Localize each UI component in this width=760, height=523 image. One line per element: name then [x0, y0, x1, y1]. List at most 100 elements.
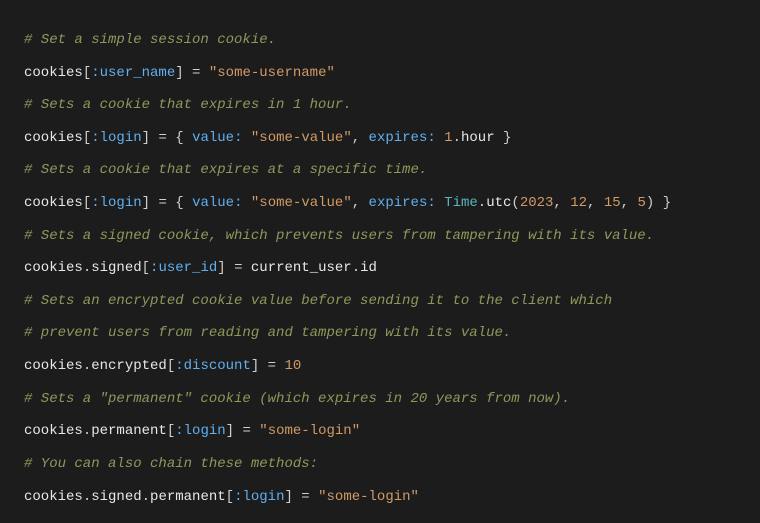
identifier: cookies: [24, 423, 83, 439]
hash-key: value:: [192, 130, 242, 146]
code-line: # Sets an encrypted cookie value before …: [24, 285, 736, 318]
number: 5: [637, 195, 645, 211]
method: id: [360, 260, 377, 276]
code-line: cookies[:login] = { value: "some-value",…: [24, 187, 736, 220]
op: =: [184, 65, 209, 81]
punct: [: [167, 358, 175, 374]
punct: [: [167, 423, 175, 439]
comma: ,: [621, 195, 638, 211]
identifier: current_user: [251, 260, 352, 276]
number: 10: [285, 358, 302, 374]
punct: ]: [142, 195, 150, 211]
string: "some-value": [251, 195, 352, 211]
method: signed: [91, 489, 141, 505]
method: encrypted: [91, 358, 167, 374]
method: signed: [91, 260, 141, 276]
code-line: # Sets a cookie that expires at a specif…: [24, 154, 736, 187]
number: 12: [570, 195, 587, 211]
code-line: cookies.permanent[:login] = "some-login": [24, 415, 736, 448]
comma: ,: [352, 130, 369, 146]
hash-key: expires:: [369, 195, 436, 211]
op: =: [150, 130, 175, 146]
method: permanent: [91, 423, 167, 439]
code-line: cookies.signed[:user_id] = current_user.…: [24, 252, 736, 285]
identifier: cookies: [24, 195, 83, 211]
sp: [436, 130, 444, 146]
string: "some-username": [209, 65, 335, 81]
dot: .: [478, 195, 486, 211]
code-line: cookies[:login] = { value: "some-value",…: [24, 122, 736, 155]
brace: {: [175, 130, 192, 146]
symbol: :login: [91, 130, 141, 146]
dot: .: [83, 260, 91, 276]
code-line: cookies[:user_name] = "some-username": [24, 57, 736, 90]
string: "some-login": [318, 489, 419, 505]
string: "some-value": [251, 130, 352, 146]
symbol: :login: [175, 423, 225, 439]
comment: # You can also chain these methods:: [24, 456, 318, 472]
brace: {: [175, 195, 192, 211]
brace: }: [654, 195, 671, 211]
comment: # Sets a cookie that expires in 1 hour.: [24, 97, 352, 113]
sp: [436, 195, 444, 211]
comment: # Sets a signed cookie, which prevents u…: [24, 228, 654, 244]
punct: [: [83, 65, 91, 81]
code-line: cookies.signed.permanent[:login] = "some…: [24, 481, 736, 514]
punct: [: [83, 130, 91, 146]
comma: ,: [352, 195, 369, 211]
identifier: cookies: [24, 260, 83, 276]
hash-key: value:: [192, 195, 242, 211]
number: 2023: [520, 195, 554, 211]
dot: .: [83, 358, 91, 374]
dot: .: [352, 260, 360, 276]
identifier: cookies: [24, 65, 83, 81]
string: "some-login": [259, 423, 360, 439]
symbol: :user_name: [91, 65, 175, 81]
number: 1: [444, 130, 452, 146]
comment: # prevent users from reading and tamperi…: [24, 325, 511, 341]
dot: .: [142, 489, 150, 505]
op: =: [293, 489, 318, 505]
comment: # Sets an encrypted cookie value before …: [24, 293, 612, 309]
punct: [: [142, 260, 150, 276]
hash-key: expires:: [369, 130, 436, 146]
comment: # Sets a cookie that expires at a specif…: [24, 162, 427, 178]
op: =: [150, 195, 175, 211]
comma: ,: [587, 195, 604, 211]
dot: .: [453, 130, 461, 146]
method: utc: [486, 195, 511, 211]
dot: .: [83, 489, 91, 505]
symbol: :user_id: [150, 260, 217, 276]
code-block: # Set a simple session cookie.cookies[:u…: [0, 0, 760, 523]
code-line: # prevent users from reading and tamperi…: [24, 317, 736, 350]
punct: ]: [217, 260, 225, 276]
number: 15: [604, 195, 621, 211]
dot: .: [83, 423, 91, 439]
symbol: :discount: [175, 358, 251, 374]
comma: ,: [553, 195, 570, 211]
punct: ]: [175, 65, 183, 81]
symbol: :login: [91, 195, 141, 211]
code-line: # Sets a cookie that expires in 1 hour.: [24, 89, 736, 122]
comment: # Set a simple session cookie.: [24, 32, 276, 48]
punct: ]: [285, 489, 293, 505]
punct: ]: [226, 423, 234, 439]
method: permanent: [150, 489, 226, 505]
identifier: cookies: [24, 489, 83, 505]
punct: ]: [142, 130, 150, 146]
identifier: cookies: [24, 358, 83, 374]
punct: [: [226, 489, 234, 505]
brace: }: [495, 130, 512, 146]
op: =: [259, 358, 284, 374]
sp: [243, 195, 251, 211]
paren: (: [511, 195, 519, 211]
code-line: # Sets a signed cookie, which prevents u…: [24, 220, 736, 253]
method: hour: [461, 130, 495, 146]
op: =: [226, 260, 251, 276]
class-name: Time: [444, 195, 478, 211]
sp: [243, 130, 251, 146]
code-line: # Set a simple session cookie.: [24, 24, 736, 57]
op: =: [234, 423, 259, 439]
punct: [: [83, 195, 91, 211]
symbol: :login: [234, 489, 284, 505]
